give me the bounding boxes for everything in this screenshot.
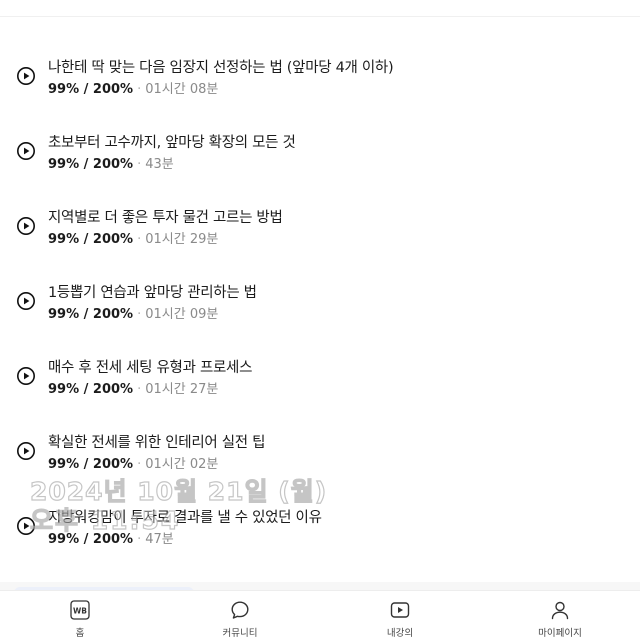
tab-community[interactable]: 커뮤니티 <box>160 591 320 640</box>
lesson-title: 지역별로 더 좋은 투자 물건 고르는 방법 <box>48 210 283 226</box>
tab-label-my-lectures: 내강의 <box>386 628 414 639</box>
lesson-item[interactable]: 나한테 딱 맞는 다음 임장지 선정하는 법 (앞마당 4개 이하) 99% /… <box>0 52 640 112</box>
lesson-duration: 01시간 09분 <box>145 307 219 322</box>
lesson-item[interactable]: 지역별로 더 좋은 투자 물건 고르는 방법 99% / 200% · 01시간 2… <box>0 202 640 262</box>
tab-my-lectures[interactable]: 내강의 <box>320 591 480 640</box>
lesson-progress: 99% / 200% <box>48 532 134 547</box>
play-circle-icon[interactable] <box>16 66 36 86</box>
lesson-progress: 99% / 200% <box>48 457 134 472</box>
meta-separator: · <box>137 532 142 547</box>
lesson-item[interactable]: 지방워킹맘이 투자로 결과를 낼 수 있었던 이유 99% / 200% · 47분 <box>0 502 640 562</box>
meta-separator: · <box>137 232 142 247</box>
play-circle-icon[interactable] <box>16 516 36 536</box>
tab-home[interactable]: WB 홈 <box>0 591 160 640</box>
lesson-title: 나한테 딱 맞는 다음 임장지 선정하는 법 (앞마당 4개 이하) <box>48 60 394 76</box>
lesson-meta: 99% / 200% · 01시간 09분 <box>48 303 218 322</box>
lesson-duration: 01시간 02분 <box>145 457 219 472</box>
meta-separator: · <box>137 382 142 397</box>
lesson-progress: 99% / 200% <box>48 382 134 397</box>
top-divider <box>0 16 640 17</box>
home-logo-text: WB <box>73 607 87 616</box>
play-circle-icon[interactable] <box>16 291 36 311</box>
meta-separator: · <box>137 157 142 172</box>
lesson-title: 1등뽑기 연습과 앞마당 관리하는 법 <box>48 285 257 301</box>
tab-label-my-page: 마이페이지 <box>538 628 582 639</box>
lesson-title: 확실한 전세를 위한 인테리어 실전 팁 <box>48 435 266 451</box>
lesson-title: 매수 후 전세 세팅 유형과 프로세스 <box>48 360 253 376</box>
tab-label-community: 커뮤니티 <box>222 628 258 639</box>
chat-bubble-icon <box>231 601 249 619</box>
lesson-title: 지방워킹맘이 투자로 결과를 낼 수 있었던 이유 <box>48 510 322 526</box>
lesson-duration: 01시간 27분 <box>145 382 219 397</box>
lesson-duration: 01시간 29분 <box>145 232 219 247</box>
lesson-item[interactable]: 초보부터 고수까지, 앞마당 확장의 모든 것 99% / 200% · 43분 <box>0 127 640 187</box>
meta-separator: · <box>137 457 142 472</box>
lesson-meta: 99% / 200% · 01시간 02분 <box>48 453 218 472</box>
tab-my-page[interactable]: 마이페이지 <box>480 591 640 640</box>
video-play-icon <box>390 602 410 618</box>
meta-separator: · <box>137 307 142 322</box>
lesson-item[interactable]: 1등뽑기 연습과 앞마당 관리하는 법 99% / 200% · 01시간 09분 <box>0 277 640 337</box>
lesson-duration: 01시간 08분 <box>145 82 219 97</box>
play-circle-icon[interactable] <box>16 441 36 461</box>
lesson-duration: 47분 <box>145 532 174 547</box>
lesson-progress: 99% / 200% <box>48 232 134 247</box>
play-circle-icon[interactable] <box>16 366 36 386</box>
person-icon <box>551 601 569 620</box>
meta-separator: · <box>137 82 142 97</box>
lesson-title: 초보부터 고수까지, 앞마당 확장의 모든 것 <box>48 135 296 151</box>
lesson-progress: 99% / 200% <box>48 157 134 172</box>
play-circle-icon[interactable] <box>16 141 36 161</box>
lesson-progress: 99% / 200% <box>48 307 134 322</box>
bottom-tab-bar: WB 홈 커뮤니티 내강의 마이페이지 <box>0 590 640 640</box>
lesson-progress: 99% / 200% <box>48 82 134 97</box>
lesson-meta: 99% / 200% · 47분 <box>48 528 174 547</box>
lesson-item[interactable]: 확실한 전세를 위한 인테리어 실전 팁 99% / 200% · 01시간 02분 <box>0 427 640 487</box>
lesson-meta: 99% / 200% · 43분 <box>48 153 174 172</box>
home-wb-icon: WB <box>70 600 90 620</box>
tab-label-home: 홈 <box>75 628 85 639</box>
lesson-meta: 99% / 200% · 01시간 29분 <box>48 228 218 247</box>
lesson-item[interactable]: 매수 후 전세 세팅 유형과 프로세스 99% / 200% · 01시간 27분 <box>0 352 640 412</box>
lesson-meta: 99% / 200% · 01시간 08분 <box>48 78 218 97</box>
lesson-duration: 43분 <box>145 157 174 172</box>
play-circle-icon[interactable] <box>16 216 36 236</box>
lesson-meta: 99% / 200% · 01시간 27분 <box>48 378 218 397</box>
